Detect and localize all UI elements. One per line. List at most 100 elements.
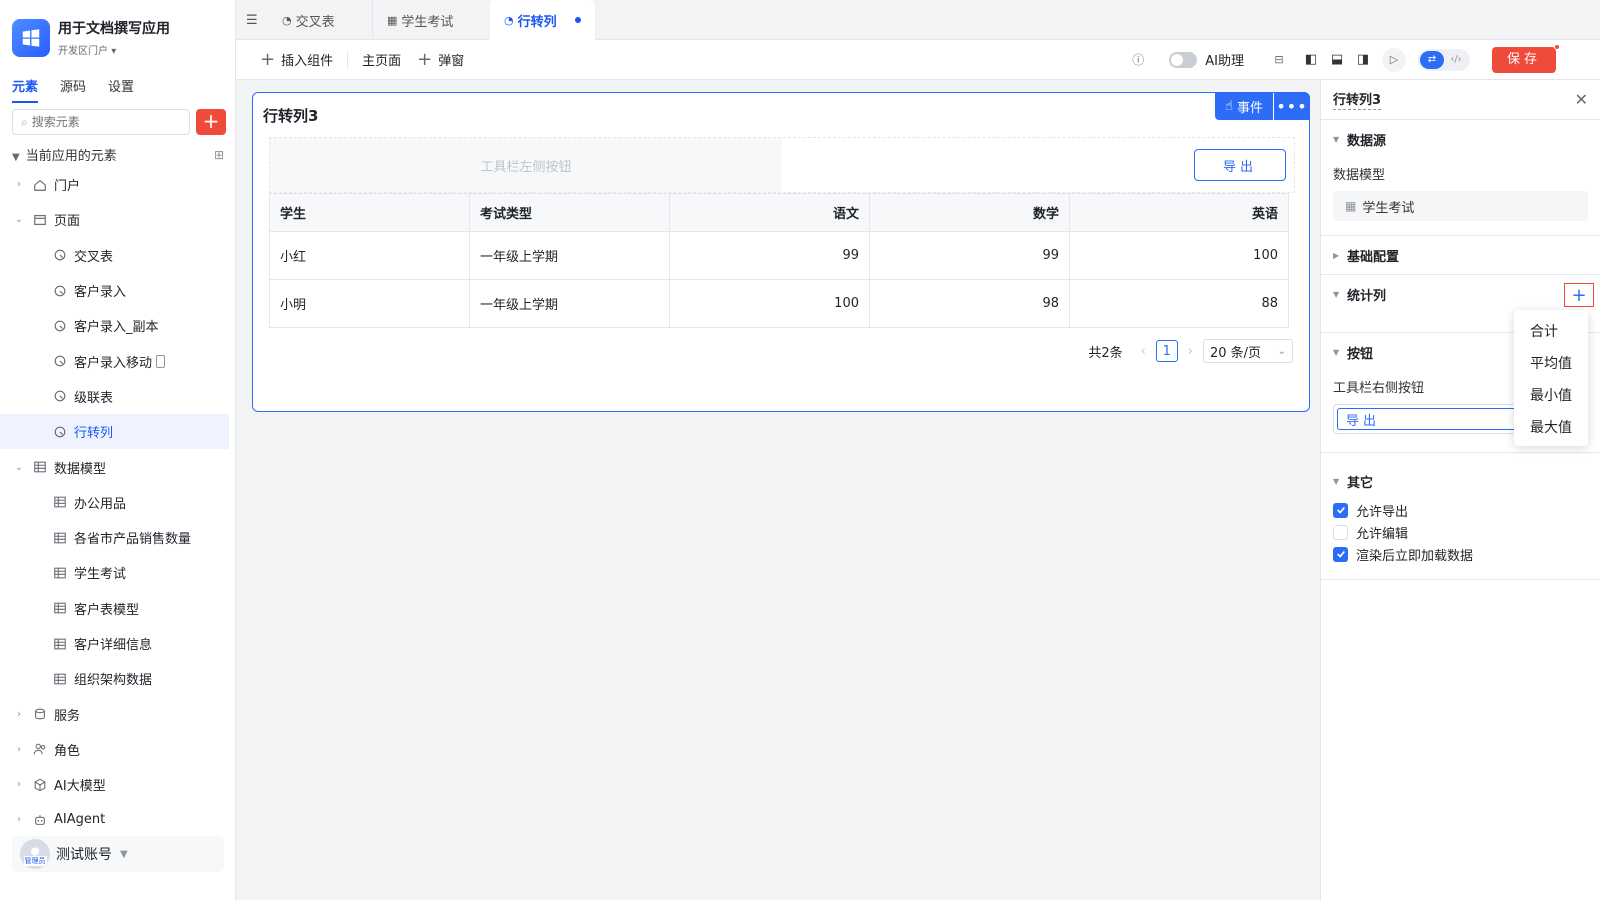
sidebar-item[interactable]: › 门户 <box>0 167 236 202</box>
sidebar-item[interactable]: 客户录入 <box>0 273 236 308</box>
checkbox-checked[interactable] <box>1333 502 1348 518</box>
sidebar-item[interactable]: › AIAgent <box>0 802 236 837</box>
sidebar-item[interactable]: 行转列 <box>0 414 229 450</box>
export-button[interactable]: 导出 <box>1194 149 1286 181</box>
add-element-button[interactable]: + <box>196 109 226 135</box>
prev-page-icon[interactable]: ‹ <box>1141 344 1146 359</box>
table-icon <box>52 565 68 581</box>
save-button[interactable]: 保存 <box>1492 47 1556 73</box>
sidebar-item[interactable]: › AI大模型 <box>0 767 236 802</box>
element-tree: › 门户 ⌄ 页面 交叉表 客户录入 客户录入_副本 客户录入移动 级联表 行转列 ⌄ 数据模型 办公用… <box>0 167 236 838</box>
section-title: 基础配置 <box>1347 249 1400 265</box>
dropdown-item-average[interactable]: 平均值 <box>1514 348 1588 380</box>
dropdown-item-sum[interactable]: 合计 <box>1514 316 1588 348</box>
section-header[interactable]: ▼ 统计列 <box>1321 275 1600 313</box>
chevron-right-icon[interactable]: › <box>12 709 26 720</box>
chevron-down-icon[interactable]: ⌄ <box>12 462 26 473</box>
right-panel-icon[interactable]: ◨ <box>1352 49 1374 71</box>
play-icon[interactable]: ▷ <box>1382 47 1406 72</box>
event-button[interactable]: ☝ 事件 <box>1215 92 1273 120</box>
main-page-button[interactable]: 主页面 <box>362 50 401 69</box>
chevron-right-icon[interactable]: › <box>12 744 26 755</box>
search-icon: ⌕ <box>21 114 28 129</box>
dropdown-item-min[interactable]: 最小值 <box>1514 380 1588 412</box>
column-header[interactable]: 数学 <box>869 193 1070 232</box>
tab-row-to-column[interactable]: ◔ 行转列 <box>490 0 595 40</box>
page-size-select[interactable]: 20 条/页 ⌄ <box>1203 339 1293 363</box>
bottom-panel-icon[interactable]: ⬓ <box>1326 49 1348 71</box>
more-icon[interactable]: ••• <box>1274 92 1310 120</box>
sidebar-item[interactable]: ⌄ 页面 <box>0 202 236 237</box>
dropdown-item-max[interactable]: 最大值 <box>1514 412 1588 444</box>
collapse-sidebar-icon[interactable]: ☰ <box>246 0 258 40</box>
sidebar-item[interactable]: › 角色 <box>0 732 236 767</box>
chevron-right-icon[interactable]: › <box>12 814 26 825</box>
sidebar-item[interactable]: 学生考试 <box>0 555 236 590</box>
section-header[interactable]: ▶ 基础配置 <box>1321 236 1600 274</box>
page-item-icon <box>52 388 68 404</box>
editor-tabs-bar: ☰ ◔ 交叉表 ▦ 学生考试 ◔ 行转列 <box>236 0 1600 40</box>
sidebar-item[interactable]: 客户表模型 <box>0 591 236 626</box>
panel-title[interactable]: 行转列3 <box>1333 89 1382 110</box>
ai-assistant-toggle[interactable] <box>1169 51 1198 68</box>
sidebar-item[interactable]: 客户详细信息 <box>0 626 236 661</box>
data-model-select[interactable]: ▦ 学生考试 <box>1333 191 1588 221</box>
tab-student-exam[interactable]: ▦ 学生考试 <box>372 0 453 40</box>
toolbar-left-placeholder[interactable]: 工具栏左侧按钮 <box>270 138 782 192</box>
layout-icon[interactable]: ⊟ <box>1268 49 1290 71</box>
checkbox-unchecked[interactable] <box>1333 524 1348 540</box>
sidebar-item[interactable]: 交叉表 <box>0 238 236 273</box>
locate-icon[interactable]: ⊞ <box>214 148 224 162</box>
chevron-right-icon[interactable]: › <box>12 179 26 190</box>
sidebar-item[interactable]: 办公用品 <box>0 485 236 520</box>
column-header[interactable]: 英语 <box>1069 193 1289 232</box>
option-allow-edit[interactable]: 允许编辑 <box>1321 521 1600 543</box>
sidebar-item[interactable]: › 服务 <box>0 696 236 731</box>
tab-source[interactable]: 源码 <box>60 76 86 103</box>
user-menu[interactable]: 管理员 测试账号 ▼ <box>12 836 224 872</box>
design-mode-icon[interactable]: ⇄ <box>1420 50 1444 69</box>
component-title: 行转列3 <box>263 107 319 125</box>
code-mode-icon[interactable]: ‹/› <box>1444 51 1468 69</box>
column-header[interactable]: 学生 <box>269 193 470 232</box>
sidebar-item[interactable]: 各省市产品销售数量 <box>0 520 236 555</box>
page-number[interactable]: 1 <box>1155 340 1178 362</box>
popup-label: 弹窗 <box>438 54 465 69</box>
sidebar-item[interactable]: 客户录入_副本 <box>0 308 236 343</box>
tab-cross-table[interactable]: ◔ 交叉表 <box>282 0 335 40</box>
tab-elements[interactable]: 元素 <box>12 76 39 103</box>
help-icon[interactable]: ⓘ <box>1127 49 1149 71</box>
next-page-icon[interactable]: › <box>1188 344 1193 359</box>
caret-down-icon: ▼ <box>1333 289 1340 299</box>
chevron-down-icon: ▼ <box>120 848 128 860</box>
chevron-down-icon[interactable]: ⌄ <box>12 214 26 225</box>
checkbox-checked[interactable] <box>1333 546 1348 562</box>
add-stat-column-button[interactable]: + <box>1564 283 1594 307</box>
tree-section-header[interactable]: ▼ 当前应用的元素 ⊞ <box>12 145 224 165</box>
sidebar-item[interactable]: 级联表 <box>0 379 236 414</box>
option-allow-export[interactable]: 允许导出 <box>1321 499 1600 521</box>
option-load-on-render[interactable]: 渲染后立即加载数据 <box>1321 543 1600 565</box>
row-to-column-component[interactable]: 行转列3 ☝ 事件 ••• 工具栏左侧按钮 导出 学生 考试类型 语文 数学 英语 <box>252 92 1310 412</box>
view-mode-switch[interactable]: ⇄ ‹/› <box>1418 48 1470 71</box>
sidebar-item[interactable]: 客户录入移动 <box>0 343 236 378</box>
search-input[interactable] <box>31 115 172 129</box>
app-header[interactable]: 用于文档撰写应用 开发区门户 ▾ <box>12 18 170 57</box>
tab-settings[interactable]: 设置 <box>108 76 134 103</box>
left-panel-icon[interactable]: ◧ <box>1300 49 1322 71</box>
insert-component-button[interactable]: + 插入组件 <box>260 49 333 70</box>
chevron-right-icon[interactable]: › <box>12 779 26 790</box>
app-subtitle[interactable]: 开发区门户 ▾ <box>58 42 170 57</box>
sidebar-item[interactable]: 组织架构数据 <box>0 661 236 696</box>
sidebar-item[interactable]: ⌄ 数据模型 <box>0 449 236 484</box>
table-row[interactable]: 小明 一年级上学期 100 98 88 <box>269 279 1289 328</box>
section-header[interactable]: ▼ 其它 <box>1321 453 1600 499</box>
properties-panel: 行转列3 ✕ ▼ 数据源 数据模型 ▦ 学生考试 ▶ 基础配置 ▼ 统计列 + ▼ 按钮 … <box>1320 80 1600 900</box>
section-header[interactable]: ▼ 数据源 <box>1321 120 1600 158</box>
close-icon[interactable]: ✕ <box>1575 90 1588 109</box>
column-header[interactable]: 考试类型 <box>469 193 670 232</box>
table-row[interactable]: 小红 一年级上学期 99 99 100 <box>269 231 1289 280</box>
page-item-icon: ◔ <box>282 13 292 27</box>
popup-button[interactable]: + 弹窗 <box>417 49 464 70</box>
column-header[interactable]: 语文 <box>669 193 870 232</box>
